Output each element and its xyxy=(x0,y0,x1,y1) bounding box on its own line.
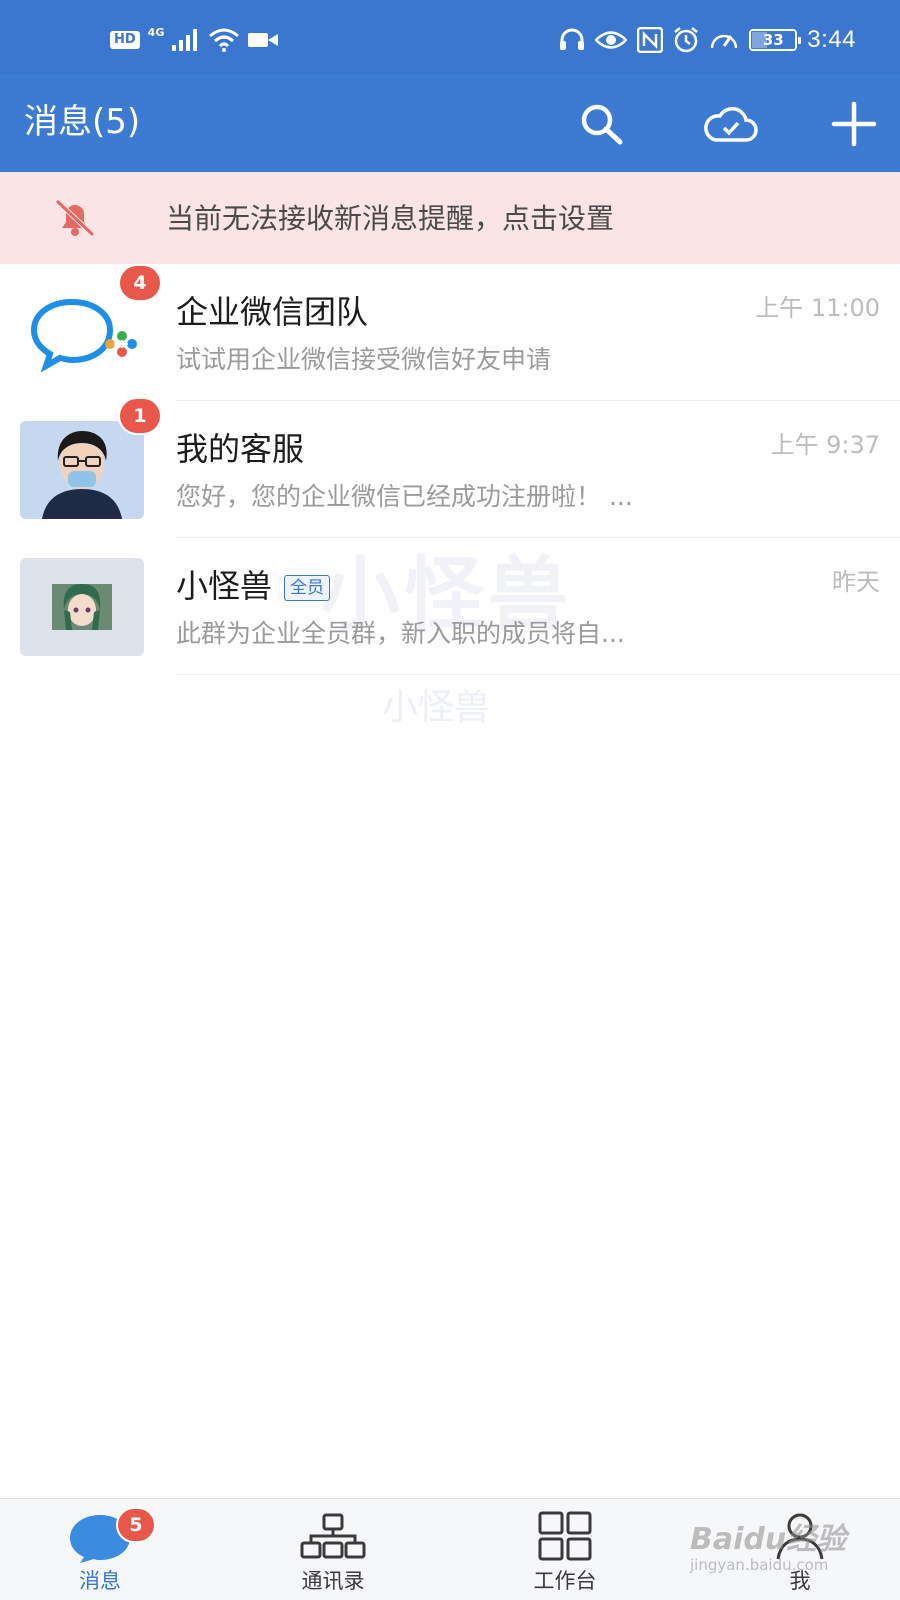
conversation-time: 上午 9:37 xyxy=(770,431,880,459)
status-bar: HD 4G 33 3:44 xyxy=(0,0,900,74)
conversation-time: 上午 11:00 xyxy=(755,294,880,322)
unread-badge: 4 xyxy=(118,264,162,302)
conversation-preview: 您好，您的企业微信已经成功注册啦！ ... xyxy=(176,482,633,511)
hd-indicator: HD xyxy=(110,31,140,49)
search-button[interactable] xyxy=(574,98,630,150)
org-chart-icon xyxy=(298,1511,368,1565)
alarm-icon xyxy=(673,27,699,53)
divider xyxy=(176,674,900,675)
background-watermark-small: 小怪兽 xyxy=(382,687,491,728)
add-button[interactable] xyxy=(826,98,882,150)
app-header: 消息(5) xyxy=(0,74,900,172)
conversation-item-group[interactable]: 小怪兽 全员 此群为企业全员群，新入职的成员将自... 昨天 xyxy=(0,538,900,675)
tab-contacts[interactable]: 通讯录 xyxy=(253,1499,413,1600)
conversation-preview: 此群为企业全员群，新入职的成员将自... xyxy=(176,619,625,648)
add-icon xyxy=(831,101,877,147)
service-agent-photo xyxy=(20,421,144,519)
status-left: HD 4G xyxy=(110,25,279,52)
status-right: 33 3:44 xyxy=(559,26,856,54)
eye-icon xyxy=(595,29,628,51)
speed-icon xyxy=(709,28,739,52)
video-camera-icon xyxy=(248,31,279,49)
tab-label: 消息 xyxy=(79,1569,121,1593)
grid-icon xyxy=(538,1511,592,1565)
conversation-preview: 试试用企业微信接受微信好友申请 xyxy=(176,345,552,374)
battery-indicator: 33 xyxy=(749,29,802,51)
wifi-icon xyxy=(208,28,240,52)
unread-badge: 1 xyxy=(118,397,162,435)
tab-workbench[interactable]: 工作台 xyxy=(485,1499,645,1600)
cloud-icon xyxy=(704,107,758,142)
group-anime-photo xyxy=(20,558,144,656)
conversation-item-wecom-team[interactable]: 4 企业微信团队 试试用企业微信接受微信好友申请 上午 11:00 xyxy=(0,264,900,401)
conversation-name: 小怪兽 全员 xyxy=(176,566,331,606)
bell-off-icon xyxy=(54,198,96,242)
tab-messages[interactable]: 5 消息 xyxy=(20,1499,180,1600)
clock: 3:44 xyxy=(807,26,856,53)
all-members-tag: 全员 xyxy=(284,575,331,601)
messages-badge: 5 xyxy=(116,1507,156,1543)
group-name: 小怪兽 xyxy=(176,567,273,605)
notice-text: 当前无法接收新消息提醒，点击设置 xyxy=(166,202,615,235)
signal-icon xyxy=(172,29,200,51)
battery-level: 33 xyxy=(762,31,784,49)
network-type: 4G xyxy=(147,25,165,39)
tab-label: 工作台 xyxy=(533,1569,597,1593)
tab-label: 通讯录 xyxy=(301,1569,365,1593)
conversation-time: 昨天 xyxy=(832,568,880,596)
page-title: 消息(5) xyxy=(24,102,141,142)
nfc-icon xyxy=(637,27,664,53)
baidu-watermark-url: jingyan.baidu.com xyxy=(690,1556,829,1574)
conversation-name: 我的客服 xyxy=(176,430,305,468)
conversation-item-my-service[interactable]: 1 我的客服 您好，您的企业微信已经成功注册啦！ ... 上午 9:37 xyxy=(0,397,900,538)
headset-icon xyxy=(559,28,585,52)
baidu-watermark: Baidu经验 xyxy=(690,1522,847,1557)
notification-warning-banner[interactable]: 当前无法接收新消息提醒，点击设置 xyxy=(0,172,900,264)
conversation-name: 企业微信团队 xyxy=(176,293,369,331)
cloud-button[interactable] xyxy=(702,98,758,150)
search-icon xyxy=(581,104,623,145)
